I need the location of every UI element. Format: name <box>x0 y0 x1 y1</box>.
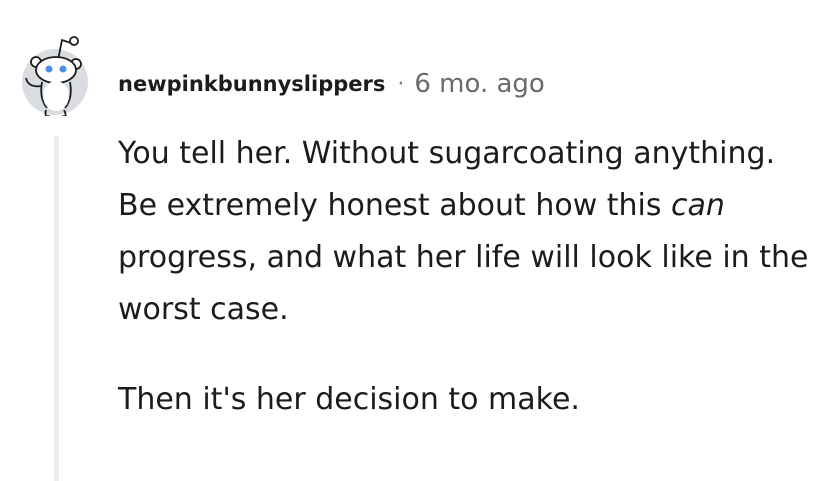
comment-username[interactable]: newpinkbunnyslippers <box>118 72 385 96</box>
comment-paragraph: Then it's her decision to make. <box>118 374 818 426</box>
comment-header: newpinkbunnyslippers · 6 mo. ago <box>118 68 545 100</box>
meta-separator: · <box>397 71 405 97</box>
comment-text-line: You tell her. Without sugarcoating anyth… <box>118 136 776 171</box>
comment-body: You tell her. Without sugarcoating anyth… <box>118 128 818 426</box>
thread-collapse-line[interactable] <box>54 136 59 481</box>
comment-paragraph: You tell her. Without sugarcoating anyth… <box>118 128 818 336</box>
comment-timestamp[interactable]: 6 mo. ago <box>414 69 544 99</box>
comment-emphasis: can <box>671 188 725 223</box>
comment-text-line: Be extremely honest about how this <box>118 188 672 223</box>
snoo-avatar-icon <box>22 36 88 118</box>
comment-text-line: Then it's her decision to make. <box>118 382 580 417</box>
comment-text-line: progress, and what her life will look li… <box>118 240 809 327</box>
user-avatar[interactable] <box>22 26 88 118</box>
